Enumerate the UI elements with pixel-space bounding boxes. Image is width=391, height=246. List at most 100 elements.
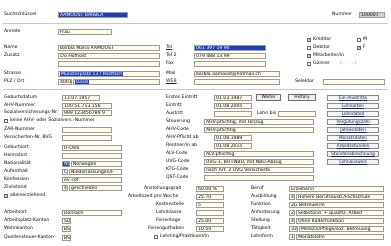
web-field[interactable] <box>194 79 280 85</box>
ahv-field[interactable]: 100.51.713.156 <box>62 103 112 109</box>
zar-field[interactable] <box>62 127 112 133</box>
lohnform-field[interactable]: Monatslohn <box>296 234 384 240</box>
konfession-label: Konfession <box>4 177 29 182</box>
m-radio[interactable] <box>357 38 361 42</box>
stellung-field[interactable]: Ohne Kaderfunktion <box>296 218 384 224</box>
suchschluessel-field[interactable]: AAMOOST BARBLA <box>58 12 128 18</box>
ktg-code-field[interactable]: nach Art. 2 UVG Versicherte <box>204 167 314 173</box>
anstellungsgrad-field[interactable]: 60.00 % <box>196 186 224 192</box>
plz-field[interactable]: 4001 <box>58 79 72 85</box>
anforderung-code[interactable]: 2 <box>289 210 295 216</box>
m-label: M <box>363 37 367 42</box>
ausbildung-label: Ausbildung <box>251 194 277 199</box>
arbeitsplatz-kanton-label: Arbeitsplatz-Kanton <box>4 218 50 223</box>
erstes-eintritt-field[interactable]: 01.03.1987 <box>214 95 252 101</box>
quellensteuer-kanton-label: Quellensteuer-Kanton <box>4 235 54 240</box>
rentner-field[interactable]: 01.08.2015 <box>214 143 252 149</box>
ort-field[interactable]: Basel <box>73 79 160 85</box>
history-button[interactable]: History <box>288 94 316 101</box>
nationalitaet-code[interactable]: NO <box>62 161 70 167</box>
tel-field[interactable]: 061 397 19 96 <box>194 45 266 51</box>
eintritt-field[interactable]: 01.08.2005 <box>214 103 252 109</box>
aufenthalt-code[interactable]: C <box>62 169 68 175</box>
web-label[interactable]: WEB <box>166 79 177 85</box>
nationalitaet-field[interactable]: Norwegen <box>71 161 122 167</box>
goenner-checkbox[interactable] <box>307 62 311 66</box>
tel2-label: Tel 2 <box>166 53 177 58</box>
aufenthalt-label: Aufenthalt <box>4 169 29 174</box>
ausbildung-code[interactable]: 4 <box>289 194 295 200</box>
wohnkanton-label: Wohnkanton <box>4 226 33 231</box>
ein-austritte-button[interactable]: Ein-/Austritte <box>327 95 379 101</box>
taetigkeit-code[interactable]: 33 <box>289 226 298 232</box>
debitor-checkbox[interactable] <box>307 46 311 50</box>
selektor-field[interactable] <box>323 79 385 85</box>
arbeitsplatz-kanton-field[interactable]: SO <box>62 218 71 224</box>
arbeitsstunden-button[interactable]: Arbeitsstunden <box>327 143 379 149</box>
ahv-code-field[interactable]: AHV-pflichtig <box>204 127 314 133</box>
suchschluessel-label: Suchschlüssel <box>4 12 37 17</box>
lohndaten-button[interactable]: Lohndaten <box>327 111 379 117</box>
monatsdaten-button[interactable]: Monatsdaten <box>327 135 379 141</box>
anrede-field[interactable]: Frau <box>58 29 112 35</box>
zivilstand-field[interactable]: geschieden <box>69 185 122 191</box>
f-radio[interactable]: ✓ <box>357 46 361 50</box>
quellensteuer-kanton-field[interactable]: BS <box>62 235 71 241</box>
weiter-button[interactable]: Weiter <box>256 94 281 101</box>
lohn-bis-field[interactable] <box>278 111 316 117</box>
austritt-field[interactable] <box>214 111 252 117</box>
steuerung-label: Steuerung <box>166 119 190 124</box>
konfession-field[interactable]: ev.-ref. <box>62 177 122 183</box>
zusatz-field[interactable]: c/o Hofhost <box>58 53 160 59</box>
ferienguthaben-field[interactable]: 10.54 <box>196 226 224 232</box>
geburtsdatum-field[interactable]: 13.07.1957 <box>62 95 100 101</box>
alv-code-field[interactable]: ALV-pflichtig <box>204 151 314 157</box>
ferientage-field[interactable]: 25.00 <box>196 218 224 224</box>
mail-field[interactable]: barbla.aamoost@hotmail.ch <box>194 71 280 77</box>
stellung-code[interactable]: 4 <box>289 218 295 224</box>
debitor-label: Debitor <box>313 45 331 50</box>
kostenstelle-field[interactable]: 5 <box>196 202 224 208</box>
ferientage-label: Ferientage <box>156 218 181 223</box>
nationalitaet-label: Nationalität <box>4 161 31 166</box>
lohnform-code[interactable]: 1 <box>289 234 295 240</box>
qst-code-field[interactable] <box>204 175 314 181</box>
funktion-field[interactable]: 2G Betreuer/in <box>289 202 384 208</box>
lohnarten-button[interactable]: Lohnarten <box>327 103 379 109</box>
tel-label[interactable]: Tel <box>166 45 172 51</box>
tel2-field[interactable]: 079 488 13 99 <box>194 53 266 59</box>
aufenthalt-field[interactable]: Niederlassungen/F <box>69 169 122 175</box>
anforderung-field[interactable]: Selbständ. + qualifiz. Arbeit <box>296 210 384 216</box>
uvg-code-field[interactable]: UVG-1, BU+NBU, mit NBU-Abzug <box>204 159 314 165</box>
keine-ahv-checkbox[interactable] <box>4 119 8 123</box>
mitarbeiter-checkbox[interactable]: ✓ <box>307 54 311 58</box>
verguetungszahl-button[interactable]: Vergütungszahl <box>327 119 379 125</box>
steuerung-field[interactable]: AHV-pflichtig, mit Hinzug <box>204 119 314 125</box>
kreditor-checkbox[interactable]: ✓ <box>307 38 311 42</box>
wohnkanton-field[interactable]: BS <box>62 226 71 232</box>
sozvers-field[interactable]: 999 123456789 9 <box>62 110 112 116</box>
jahresdaten-button[interactable]: Jahresdaten <box>327 127 379 133</box>
strasse-field[interactable]: Münsterplatz 13 / Postfach <box>58 71 160 77</box>
bvg-field[interactable] <box>62 135 112 141</box>
ausbildung-field[interactable]: Höhere Berufsausb./Fachschule <box>296 194 384 200</box>
heimatort-field[interactable] <box>62 153 122 159</box>
divider <box>3 89 388 90</box>
lohnausweis-button[interactable]: Lohnausweis <box>327 159 379 165</box>
fax-field[interactable] <box>194 61 266 67</box>
ahv-label: AHV-Nummer <box>4 103 36 108</box>
arbeitsort-label: Arbeitsort <box>4 210 27 215</box>
stundenabrechnung-button[interactable]: Stundenabrechnung <box>327 151 379 157</box>
zivilstand-code[interactable]: 4 <box>62 185 68 191</box>
beruf-field[interactable]: Erzieherin <box>289 186 384 192</box>
geburtsort-field[interactable]: H-Oslo <box>62 145 122 151</box>
zusatz2-field[interactable] <box>58 61 160 67</box>
arbeitsort-field[interactable]: Dornach <box>62 210 122 216</box>
alleinerziehend-checkbox[interactable]: ✓ <box>4 194 8 198</box>
taetigkeit-field[interactable]: Medizin/Pflege/soz. Betreuung <box>299 226 384 232</box>
name-field[interactable]: Barbla Maria AAMOOST <box>58 45 160 51</box>
ahv-pflicht-field[interactable]: 01.08.1989 <box>214 135 252 141</box>
lohnklasse-field[interactable] <box>196 210 224 216</box>
arbeitszeit-field[interactable]: 25.70 <box>196 194 224 200</box>
lehrling-checkbox[interactable] <box>154 235 158 239</box>
